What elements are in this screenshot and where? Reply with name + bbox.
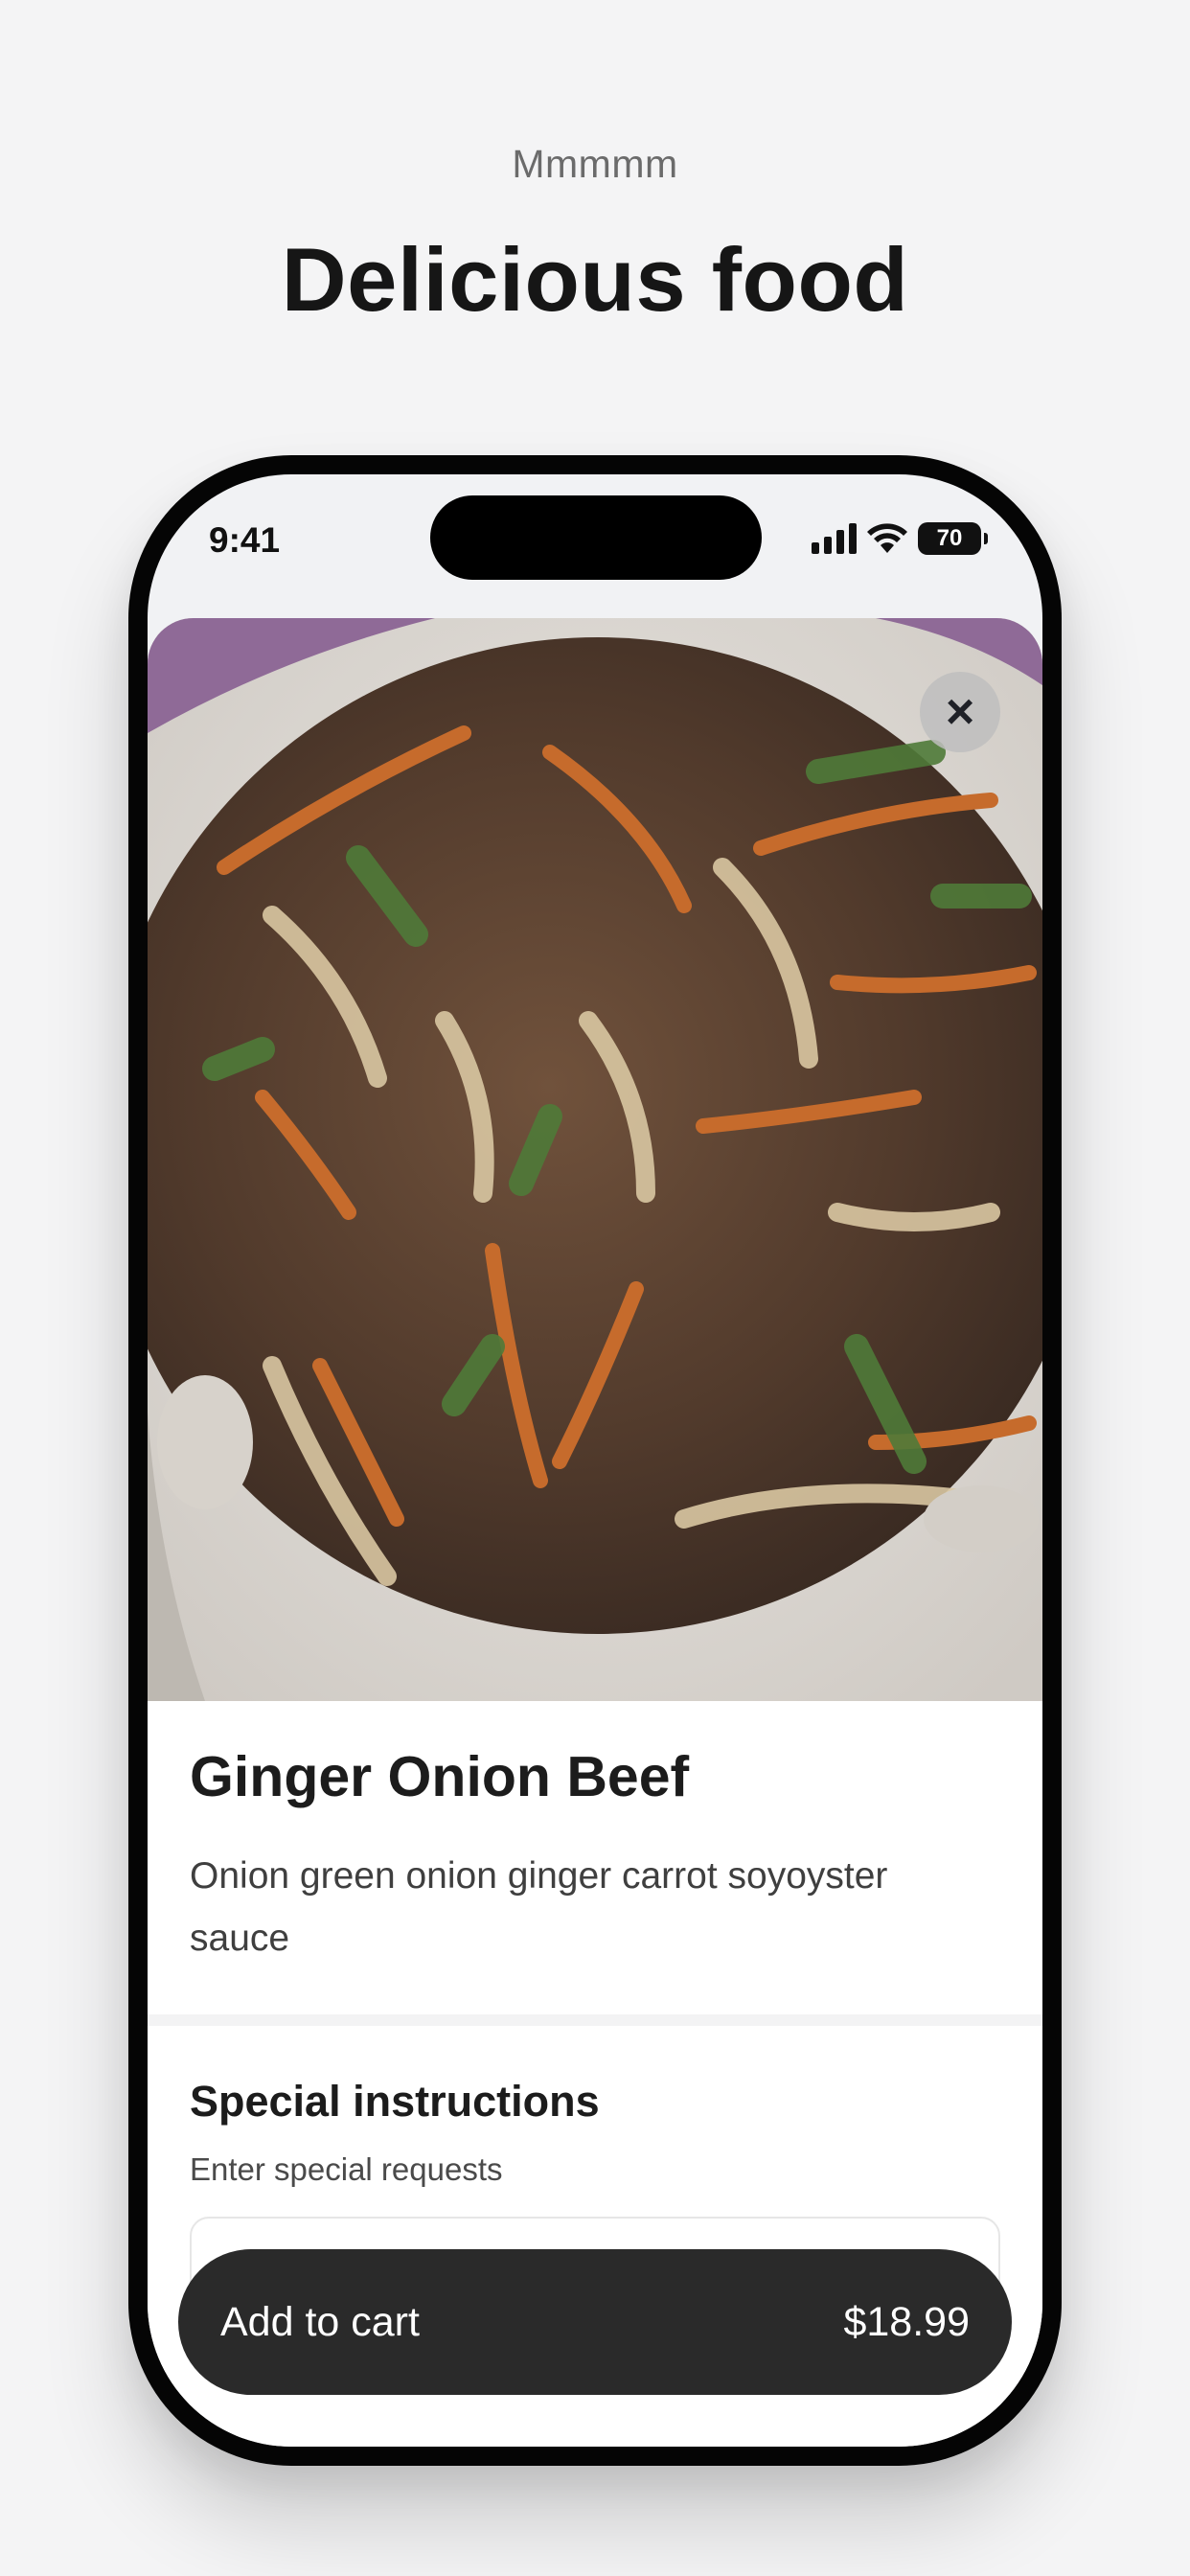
phone-frame: 9:41 70 × Ginger Onion Beef Onion green … xyxy=(128,455,1062,2466)
food-photo: × xyxy=(148,618,1042,1701)
phone-screen: 9:41 70 × Ginger Onion Beef Onion green … xyxy=(148,474,1042,2447)
status-time: 9:41 xyxy=(209,520,281,560)
item-sheet: × Ginger Onion Beef Onion green onion gi… xyxy=(148,618,1042,2447)
tagline: Mmmmm xyxy=(512,142,678,186)
item-description: Onion green onion ginger carrot soyoyste… xyxy=(190,1855,888,1959)
cart-price: $18.99 xyxy=(843,2298,970,2345)
page-headline: Delicious food xyxy=(281,229,909,330)
close-icon[interactable]: × xyxy=(920,672,1000,752)
special-instructions-title: Special instructions xyxy=(190,2077,600,2126)
status-icons: 70 xyxy=(812,522,988,555)
battery-level: 70 xyxy=(936,525,963,551)
add-to-cart-button[interactable]: Add to cart $18.99 xyxy=(178,2249,1012,2395)
section-divider xyxy=(148,2014,1042,2026)
dynamic-island xyxy=(430,495,762,580)
special-instructions-subtitle: Enter special requests xyxy=(190,2151,503,2187)
signal-icon xyxy=(812,523,857,554)
item-title: Ginger Onion Beef xyxy=(190,1745,690,1808)
battery-icon: 70 xyxy=(918,522,988,555)
add-to-cart-label: Add to cart xyxy=(220,2298,420,2345)
wifi-icon xyxy=(867,523,907,553)
